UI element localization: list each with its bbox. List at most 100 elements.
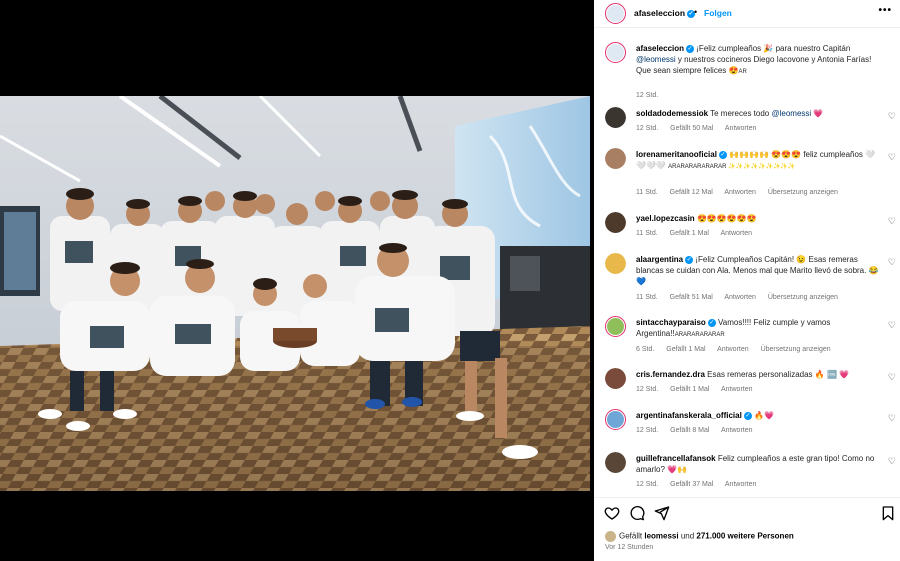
verified-badge-icon: ✓	[686, 44, 695, 53]
comment-likes[interactable]: Gefällt 8 Mal	[670, 427, 709, 434]
comment-like-icon[interactable]: ♡	[888, 216, 896, 227]
caption-username[interactable]: afaseleccion	[636, 44, 684, 53]
comment-time: 12 Std.	[636, 386, 659, 393]
post-side-panel: afaseleccion ✓ • Folgen ••• afaseleccion ✓…	[594, 0, 900, 561]
comment-like-icon[interactable]: ♡	[888, 111, 896, 122]
comment-username[interactable]: lorenameritanooficial	[636, 150, 717, 159]
comment-translate-button[interactable]: Übersetzung anzeigen	[768, 189, 838, 196]
verified-badge-icon: ✓	[707, 318, 716, 327]
comment-body: Te mereces todo	[710, 109, 772, 118]
comment-time: 12 Std.	[636, 481, 659, 488]
header-separator: •	[694, 7, 698, 17]
comment-reply-button[interactable]: Antworten	[725, 125, 757, 132]
comment-username[interactable]: alaargentina	[636, 255, 683, 264]
comment-reply-button[interactable]: Antworten	[720, 230, 752, 237]
comment-meta: 11 Std. Gefällt 1 Mal Antworten	[636, 230, 762, 237]
comment-likes[interactable]: Gefällt 1 Mal	[666, 346, 705, 353]
author-username-text[interactable]: afaseleccion	[634, 8, 685, 18]
caption-time: 12 Std.	[636, 92, 659, 99]
comment-username[interactable]: soldadodemessiok	[636, 109, 708, 118]
comment-likes[interactable]: Gefällt 37 Mal	[670, 481, 713, 488]
commenter-avatar[interactable]	[605, 253, 626, 274]
comment-translate-button[interactable]: Übersetzung anzeigen	[761, 346, 831, 353]
bookmark-icon[interactable]	[880, 505, 896, 521]
post-header: afaseleccion ✓ • Folgen •••	[594, 0, 900, 28]
comments-list[interactable]: afaseleccion ✓ ¡Feliz cumpleaños 🎉 para n…	[594, 30, 900, 495]
comment-username[interactable]: argentinafanskerala_official	[636, 411, 742, 420]
post-timestamp[interactable]: Vor 12 Stunden	[605, 544, 653, 551]
comment-text: cris.fernandez.dra Esas remeras personal…	[636, 369, 884, 380]
comment-text: alaargentina ✓ ¡Feliz Cumpleaños Capitán!…	[636, 254, 884, 287]
comment-reply-button[interactable]: Antworten	[721, 427, 753, 434]
comment-like-icon[interactable]: ♡	[888, 257, 896, 268]
caption-text-before: ¡Feliz cumpleaños 🎉 para nuestro Capitán	[696, 44, 851, 53]
comment-reply-button[interactable]: Antworten	[724, 189, 756, 196]
commenter-avatar[interactable]	[605, 452, 626, 473]
comment-likes[interactable]: Gefällt 12 Mal	[670, 189, 713, 196]
comment-body: Esas remeras personalizadas 🔥 🆒 💗	[707, 370, 850, 379]
likes-summary[interactable]: Gefällt leomessi und 271.000 weitere Per…	[605, 531, 794, 542]
comment-username[interactable]: yael.lopezcasin	[636, 214, 695, 223]
comment-reply-button[interactable]: Antworten	[725, 481, 757, 488]
comment-likes[interactable]: Gefällt 1 Mal	[670, 230, 709, 237]
comment-mention[interactable]: @leomessi	[771, 109, 811, 118]
comment-meta: 11 Std. Gefällt 51 Mal Antworten Überset…	[636, 294, 848, 301]
comment-text: soldadodemessiok Te mereces todo @leomes…	[636, 108, 884, 119]
comment-translate-button[interactable]: Übersetzung anzeigen	[768, 294, 838, 301]
comment-time: 11 Std.	[636, 230, 658, 237]
share-icon[interactable]	[654, 505, 670, 521]
comment-username[interactable]: guillefrancellafansok	[636, 454, 716, 463]
comment-like-icon[interactable]: ♡	[888, 152, 896, 163]
comment-time: 12 Std.	[636, 125, 659, 132]
comment-icon[interactable]	[629, 505, 645, 521]
comment-meta: 12 Std. Gefällt 8 Mal Antworten	[636, 427, 763, 434]
comment-likes[interactable]: Gefällt 50 Mal	[670, 125, 713, 132]
verified-badge-icon: ✓	[685, 255, 694, 264]
commenter-avatar[interactable]	[605, 316, 626, 337]
more-options-icon[interactable]: •••	[878, 5, 892, 16]
commenter-avatar[interactable]	[605, 212, 626, 233]
comment-text: lorenameritanooficial ✓ 🙌🙌🙌🙌 😍😍😍 feliz cu…	[636, 149, 884, 173]
author-username[interactable]: afaseleccion ✓	[634, 8, 696, 18]
likes-middle: und	[678, 531, 697, 541]
caption-author-avatar[interactable]	[605, 42, 626, 63]
commenter-avatar[interactable]	[605, 409, 626, 430]
comment-like-icon[interactable]: ♡	[888, 456, 896, 467]
post-photo[interactable]	[0, 96, 590, 491]
comment-reply-button[interactable]: Antworten	[717, 346, 749, 353]
comment-text: guillefrancellafansok Feliz cumpleaños a…	[636, 453, 884, 475]
comment-username[interactable]: cris.fernandez.dra	[636, 370, 705, 379]
likes-user[interactable]: leomessi	[644, 532, 678, 541]
comment-meta: 12 Std. Gefällt 1 Mal Antworten	[636, 386, 763, 393]
post-media-area	[0, 0, 594, 561]
comment-reply-button[interactable]: Antworten	[724, 294, 756, 301]
comment-like-icon[interactable]: ♡	[888, 413, 896, 424]
comment-meta: 6 Std. Gefällt 1 Mal Antworten Übersetzu…	[636, 346, 841, 353]
comment-text: yael.lopezcasin 😍😍😍😍😍😍	[636, 213, 884, 224]
comment-body: 🔥💗	[754, 411, 774, 420]
post-actions-bar: Gefällt leomessi und 271.000 weitere Per…	[594, 497, 900, 561]
commenter-avatar[interactable]	[605, 107, 626, 128]
commenter-avatar[interactable]	[605, 148, 626, 169]
comment-like-icon[interactable]: ♡	[888, 320, 896, 331]
liker-avatar	[605, 531, 616, 542]
author-avatar[interactable]	[605, 3, 626, 24]
comment-text: argentinafanskerala_official ✓ 🔥💗	[636, 410, 884, 421]
commenter-avatar[interactable]	[605, 368, 626, 389]
comment-meta: 12 Std. Gefällt 50 Mal Antworten	[636, 125, 766, 132]
comment-reply-button[interactable]: Antworten	[721, 386, 753, 393]
comment-time: 6 Std.	[636, 346, 655, 353]
comment-username[interactable]: sintacchayparaiso	[636, 318, 706, 327]
likes-count[interactable]: 271.000 weitere Personen	[696, 532, 793, 541]
comment-likes[interactable]: Gefällt 51 Mal	[670, 294, 713, 301]
heart-icon[interactable]	[604, 505, 620, 521]
verified-badge-icon: ✓	[743, 411, 752, 420]
comment-meta: 11 Std. Gefällt 12 Mal Antworten Überset…	[636, 189, 848, 196]
follow-button[interactable]: Folgen	[704, 8, 732, 18]
caption-flag: AR	[738, 69, 747, 75]
caption-mention[interactable]: @leomessi	[636, 55, 676, 64]
comment-time: 11 Std.	[636, 294, 658, 301]
comment-likes[interactable]: Gefällt 1 Mal	[670, 386, 709, 393]
comment-like-icon[interactable]: ♡	[888, 372, 896, 383]
post-photo-image	[0, 96, 590, 491]
